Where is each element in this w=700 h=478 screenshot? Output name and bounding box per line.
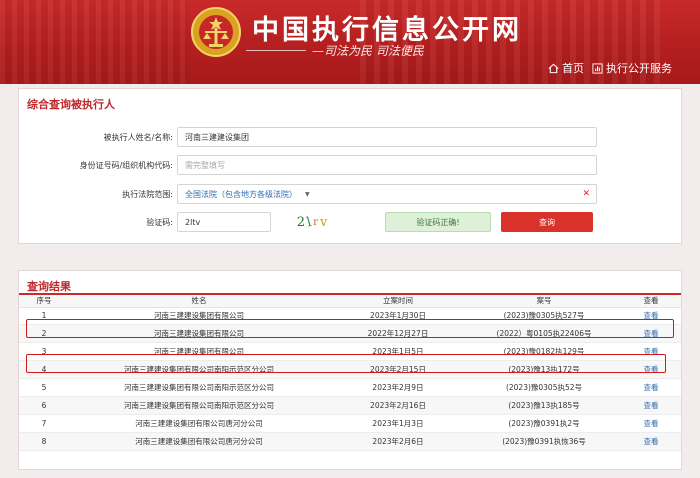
row-name: 河南三建建设集团有限公司南阳示范区分公司 (69, 396, 329, 415)
column-header-date: 立案时间 (329, 295, 467, 308)
captcha-label: 验证码: (146, 217, 173, 227)
captcha-image[interactable]: 2 l r v (287, 212, 339, 232)
table-row: 2 河南三建建设集团有限公司 2022年12月27日 (2022）粤0105执2… (19, 324, 681, 344)
row-no: 5 (19, 378, 69, 397)
name-input[interactable]: 河南三建建设集团 (177, 127, 597, 147)
row-date: 2023年2月6日 (329, 432, 467, 451)
row-name: 河南三建建设集团有限公司 (69, 307, 329, 326)
id-input[interactable]: 需完整填写 (177, 155, 597, 175)
column-header-case: 案号 (467, 295, 621, 308)
view-link[interactable]: 查看 (621, 378, 681, 397)
captcha-input-value: 2ltv (185, 217, 201, 227)
row-no: 1 (19, 307, 69, 326)
search-button[interactable]: 查询 (501, 212, 593, 232)
nav-enforcement-service-label: 执行公开服务 (606, 62, 672, 75)
court-select-value: 全国法院（包含地方各级法院） (185, 189, 297, 199)
view-link[interactable]: 查看 (621, 360, 681, 380)
row-case-number: (2022）粤0105执22406号 (467, 324, 621, 344)
court-select[interactable]: 全国法院（包含地方各级法院） ▼ ✕ (177, 184, 597, 204)
captcha-input[interactable]: 2ltv (177, 212, 271, 232)
row-date: 2023年1月5日 (329, 342, 467, 362)
column-header-no: 序号 (19, 295, 69, 308)
home-icon (548, 63, 559, 73)
id-input-placeholder: 需完整填写 (185, 160, 225, 170)
results-panel: 查询结果 序号 姓名 立案时间 案号 查看 1 河南三建建设集团有限公司 202… (18, 270, 682, 470)
row-case-number: (2023)豫13执172号 (467, 360, 621, 380)
row-no: 8 (19, 432, 69, 451)
name-row: 被执行人姓名/名称: 河南三建建设集团 (19, 126, 597, 148)
row-case-number: (2023)豫0391执恢36号 (467, 432, 621, 451)
row-date: 2022年12月27日 (329, 324, 467, 344)
captcha-status-badge: 验证码正确! (385, 212, 491, 232)
row-date: 2023年1月3日 (329, 414, 467, 433)
row-no: 3 (19, 342, 69, 362)
row-no: 4 (19, 360, 69, 380)
chevron-down-icon: ▼ (305, 190, 310, 198)
chart-icon (592, 62, 603, 74)
row-name: 河南三建建设集团有限公司 (69, 342, 329, 362)
row-no: 6 (19, 396, 69, 415)
search-panel: 综合查询被执行人 被执行人姓名/名称: 河南三建建设集团 身份证号码/组织机构代… (18, 88, 682, 244)
name-input-value: 河南三建建设集团 (185, 132, 249, 142)
site-header: 中国执行信息公开网 —司法为民 司法便民 首页 执行公开服务 (0, 0, 700, 84)
view-link[interactable]: 查看 (621, 414, 681, 433)
row-date: 2023年1月30日 (329, 307, 467, 326)
column-header-name: 姓名 (69, 295, 329, 308)
captcha-char: v (319, 214, 330, 230)
id-row: 身份证号码/组织机构代码: 需完整填写 (19, 154, 597, 176)
results-table: 序号 姓名 立案时间 案号 查看 1 河南三建建设集团有限公司 2023年1月3… (19, 295, 681, 451)
view-link[interactable]: 查看 (621, 432, 681, 451)
court-emblem-icon (191, 7, 241, 57)
row-case-number: (2023)豫0305执527号 (467, 307, 621, 326)
row-date: 2023年2月15日 (329, 360, 467, 380)
row-no: 2 (19, 324, 69, 344)
view-link[interactable]: 查看 (621, 324, 681, 344)
row-case-number: (2023)豫0182执129号 (467, 342, 621, 362)
table-row: 6 河南三建建设集团有限公司南阳示范区分公司 2023年2月16日 (2023)… (19, 396, 681, 415)
row-name: 河南三建建设集团有限公司 (69, 324, 329, 344)
slogan-divider (246, 50, 306, 51)
row-name: 河南三建建设集团有限公司南阳示范区分公司 (69, 378, 329, 397)
column-header-view: 查看 (621, 295, 681, 308)
table-row: 5 河南三建建设集团有限公司南阳示范区分公司 2023年2月9日 (2023)豫… (19, 378, 681, 397)
table-row: 3 河南三建建设集团有限公司 2023年1月5日 (2023)豫0182执129… (19, 342, 681, 362)
search-button-label: 查询 (539, 217, 555, 227)
table-row: 7 河南三建建设集团有限公司唐河分公司 2023年1月3日 (2023)豫039… (19, 414, 681, 433)
row-date: 2023年2月9日 (329, 378, 467, 397)
court-row: 执行法院范围: 全国法院（包含地方各级法院） ▼ ✕ (19, 183, 597, 205)
captcha-row: 验证码: 2ltv 2 l r v 验证码正确! 查询 (19, 211, 593, 233)
table-row: 1 河南三建建设集团有限公司 2023年1月30日 (2023)豫0305执52… (19, 307, 681, 326)
row-name: 河南三建建设集团有限公司南阳示范区分公司 (69, 360, 329, 380)
row-name: 河南三建建设集团有限公司唐河分公司 (69, 414, 329, 433)
row-no: 7 (19, 414, 69, 433)
view-link[interactable]: 查看 (621, 396, 681, 415)
row-name: 河南三建建设集团有限公司唐河分公司 (69, 432, 329, 451)
header-background-left (0, 0, 190, 84)
results-title: 查询结果 (19, 271, 681, 295)
id-label: 身份证号码/组织机构代码: (79, 160, 173, 170)
captcha-status-label: 验证码正确! (416, 217, 460, 227)
table-row: 4 河南三建建设集团有限公司南阳示范区分公司 2023年2月15日 (2023)… (19, 360, 681, 380)
table-row: 8 河南三建建设集团有限公司唐河分公司 2023年2月6日 (2023)豫039… (19, 432, 681, 451)
clear-icon[interactable]: ✕ (582, 189, 590, 199)
search-panel-title: 综合查询被执行人 (27, 98, 115, 111)
nav-home-link[interactable]: 首页 (548, 60, 584, 76)
table-header-row: 序号 姓名 立案时间 案号 查看 (19, 295, 681, 308)
row-date: 2023年2月16日 (329, 396, 467, 415)
view-link[interactable]: 查看 (621, 307, 681, 326)
nav-home-label: 首页 (562, 62, 584, 75)
name-label: 被执行人姓名/名称: (103, 132, 173, 142)
court-label: 执行法院范围: (122, 189, 173, 199)
row-case-number: (2023)豫0391执2号 (467, 414, 621, 433)
nav-enforcement-service-link[interactable]: 执行公开服务 (592, 60, 672, 76)
site-slogan: —司法为民 司法便民 (312, 44, 424, 58)
row-case-number: (2023)豫13执185号 (467, 396, 621, 415)
view-link[interactable]: 查看 (621, 342, 681, 362)
row-case-number: (2023)豫0305执52号 (467, 378, 621, 397)
